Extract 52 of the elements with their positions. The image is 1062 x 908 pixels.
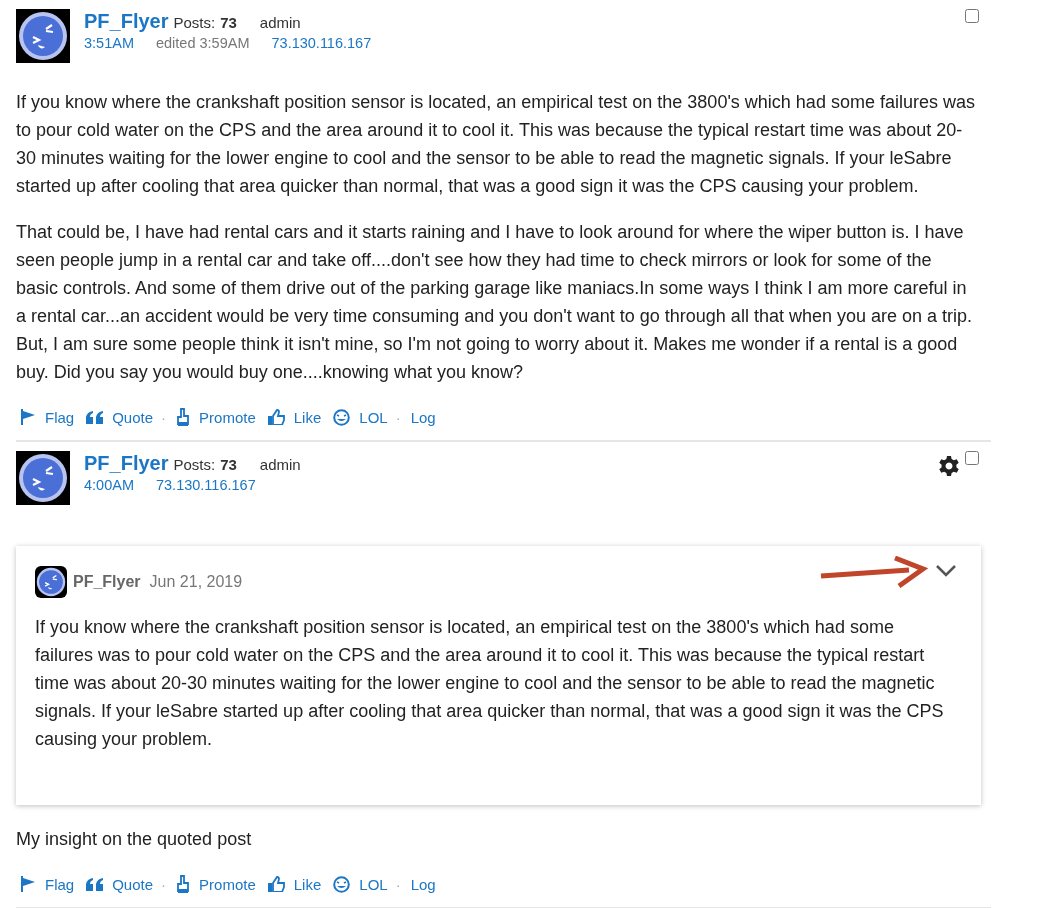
quote-link[interactable]: Quote [86,875,154,893]
quote-text: If you know where the crankshaft position sensor is located, an empirical test on the 3800's which had some failures was to pour cold water on the CPS and the area around it to cool it. This was because the typical restart time was about 20-30 minutes waiting for the lower engine to cool and the sensor to be able to read the magnetic signals. If your leSabre started up after cooling that area quicker than normal, that was a good sign it was the CPS causing your problem. [35,616,945,751]
post-paragraph: My insight on the quoted post [16,828,253,851]
lol-link[interactable]: LOL [333,875,388,893]
author-link[interactable]: PF_Flyer [84,452,169,475]
chevron-down-icon[interactable] [935,564,957,578]
hand-pointer-icon [176,875,191,893]
posts-label: Posts: [173,14,216,31]
log-link[interactable]: Log [410,875,436,893]
separator-dot: · [161,875,167,893]
thumbs-up-icon [267,876,285,892]
post-paragraph: That could be, I have had rental cars and it starts raining and I have to look around for where the wiper button is. I have seen people jump in a rental car and take off....don't see how they had time to check mirrors or look for some of the basic controls. And some of them drive out of the parking garage like maniacs.In some ways I think I am more careful in a rental car...an accident would be very time consuming and you don't want to go through all that when you are on a trip. But, I am sure some people think it isn't mine, so I'm not going to worry about it. Makes me wonder if a rental is a good buy. Did you say you would buy one....knowing what you know? [16,221,973,384]
posts-count: 73 [220,456,237,473]
quote-icon [86,410,104,424]
like-link[interactable]: Like [267,408,322,426]
quote-author[interactable]: PF_Flyer [73,573,141,591]
ip-address[interactable]: 73.130.116.167 [156,477,256,493]
laughing-face-icon [333,408,351,426]
posts-count: 73 [220,14,237,31]
promote-link[interactable]: Promote [176,875,256,893]
thumbs-up-icon [267,409,285,425]
hand-pointer-icon [176,408,191,426]
quote-link[interactable]: Quote [86,408,154,426]
post-time[interactable]: 4:00AM [84,477,134,493]
flag-link[interactable]: Flag [20,408,75,426]
select-checkbox[interactable] [965,451,979,465]
flag-icon [20,876,36,892]
author-link[interactable]: PF_Flyer [84,10,169,33]
laughing-face-icon [333,875,351,893]
avatar-icon [16,451,70,505]
separator-dot: · [161,408,167,426]
log-link[interactable]: Log [410,408,436,426]
separator-dot: · [395,875,401,893]
flag-link[interactable]: Flag [20,875,75,893]
ip-address[interactable]: 73.130.116.167 [271,35,372,51]
quote-icon [86,877,104,891]
flag-icon [20,409,36,425]
select-checkbox[interactable] [965,9,979,23]
edited-time[interactable]: edited 3:59AM [156,35,250,51]
avatar-icon [35,566,67,598]
lol-link[interactable]: LOL [333,408,388,426]
user-role: admin [259,14,301,31]
post-time[interactable]: 3:51AM [84,35,134,51]
post-paragraph: If you know where the crankshaft position sensor is located, an empirical test on the 3800's which had some failures was to pour cold water on the CPS and the area around it to cool it. This was because the typical restart time was about 20-30 minutes waiting for the lower engine to cool and the sensor to be able to read the magnetic signals. If your leSabre started up after cooling that area quicker than normal, that was a good sign it was the CPS causing your problem. [16,91,976,198]
like-link[interactable]: Like [267,875,322,893]
settings-icon[interactable] [939,456,959,476]
separator-dot: · [395,408,401,426]
avatar-icon [16,9,70,63]
quote-date: Jun 21, 2019 [149,573,243,591]
posts-label: Posts: [173,456,216,473]
user-role: admin [259,456,301,473]
promote-link[interactable]: Promote [176,408,256,426]
